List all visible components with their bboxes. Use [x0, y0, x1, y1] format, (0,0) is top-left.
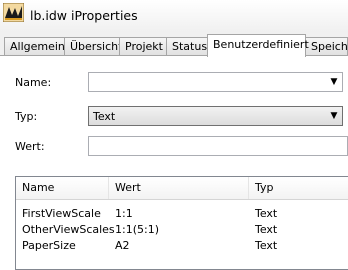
cell-type: Text [255, 223, 278, 236]
tab-speicher[interactable]: Speicher [305, 37, 348, 55]
inventor-app-icon[interactable] [2, 2, 25, 23]
chevron-down-icon[interactable]: ▼ [326, 111, 342, 121]
cell-name: OtherViewScales [22, 223, 115, 236]
type-label: Typ: [15, 110, 38, 123]
tab-uebersicht[interactable]: Übersicht [64, 37, 122, 55]
tab-benutzerdefiniert[interactable]: Benutzerdefiniert [207, 34, 309, 57]
properties-table[interactable]: Name Wert Typ FirstViewScale 1:1 Text Ot… [15, 176, 348, 270]
tab-projekt[interactable]: Projekt [119, 37, 167, 55]
cell-name: PaperSize [22, 239, 76, 252]
chevron-down-icon[interactable]: ▼ [326, 77, 342, 87]
tab-status[interactable]: Status [166, 37, 208, 55]
column-header-wert[interactable]: Wert [109, 177, 249, 199]
cell-value: 1:1(5:1) [115, 223, 159, 236]
cell-value: A2 [115, 239, 130, 252]
value-label: Wert: [15, 140, 45, 153]
value-input[interactable] [89, 137, 347, 155]
window-title: lb.idw iProperties [30, 8, 138, 23]
value-field[interactable] [88, 136, 348, 156]
title-bar: lb.idw iProperties [0, 0, 348, 33]
table-row[interactable]: FirstViewScale 1:1 Text [16, 206, 348, 222]
column-header-typ[interactable]: Typ [249, 177, 348, 199]
cell-name: FirstViewScale [22, 207, 101, 220]
table-row[interactable]: OtherViewScales 1:1(5:1) Text [16, 222, 348, 238]
table-row[interactable]: PaperSize A2 Text [16, 238, 348, 254]
cell-value: 1:1 [115, 207, 133, 220]
name-input[interactable] [89, 74, 326, 90]
cell-type: Text [255, 239, 278, 252]
name-label: Name: [15, 76, 52, 89]
name-combobox[interactable]: ▼ [88, 72, 343, 92]
table-header: Name Wert Typ [16, 177, 348, 200]
custom-properties-panel: Name: ▼ Typ: Text ▼ Wert: Name Wert Typ … [0, 55, 348, 270]
tab-allgemein[interactable]: Allgemein [4, 37, 65, 55]
cell-type: Text [255, 207, 278, 220]
type-select[interactable]: Text ▼ [88, 106, 343, 126]
tab-strip: Allgemein Übersicht Projekt Status Benut… [0, 32, 348, 57]
type-selected-value: Text [93, 109, 116, 123]
column-header-name[interactable]: Name [16, 177, 109, 199]
